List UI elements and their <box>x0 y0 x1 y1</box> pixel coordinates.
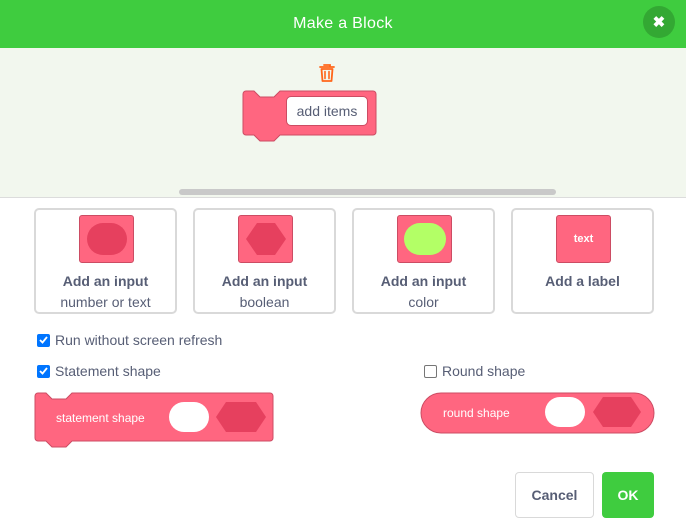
ok-button[interactable]: OK <box>602 472 654 518</box>
label-text-icon: text <box>556 215 611 263</box>
cancel-button[interactable]: Cancel <box>515 472 594 518</box>
round-shape-checkbox[interactable] <box>424 364 437 378</box>
block-name-input[interactable]: add items <box>286 96 368 126</box>
round-shape-option: Round shape <box>424 363 525 379</box>
workspace-scrollbar[interactable] <box>179 189 556 195</box>
run-without-refresh-checkbox[interactable] <box>37 333 50 347</box>
dialog-title: Make a Block <box>293 15 393 32</box>
run-without-refresh-option: Run without screen refresh <box>37 332 222 348</box>
hexagon-input-icon <box>238 215 293 263</box>
option-title: Add an input <box>221 273 308 289</box>
close-button[interactable]: ✖ <box>643 6 675 38</box>
label-icon-text: text <box>573 233 594 245</box>
oval-input-icon <box>79 215 134 263</box>
round-shape-label: Round shape <box>442 363 526 379</box>
dialog-header: Make a Block ✖ <box>0 0 686 48</box>
add-boolean-input-button[interactable]: Add an input boolean <box>193 208 336 314</box>
close-icon: ✖ <box>652 14 666 31</box>
statement-shape-text: statement shape <box>56 411 145 425</box>
add-color-input-button[interactable]: Add an input color <box>352 208 495 314</box>
statement-shape-checkbox[interactable] <box>37 364 50 378</box>
add-label-button[interactable]: text Add a label <box>511 208 654 314</box>
trash-icon[interactable] <box>318 63 336 83</box>
statement-shape-option: Statement shape <box>37 363 161 379</box>
statement-shape-label: Statement shape <box>55 363 161 379</box>
option-title: Add an input <box>62 273 149 289</box>
add-number-text-input-button[interactable]: Add an input number or text <box>34 208 177 314</box>
block-preview-workspace: add items <box>0 48 686 198</box>
color-input-icon <box>397 215 452 263</box>
round-shape-text: round shape <box>443 406 510 420</box>
option-title: Add a label <box>545 273 620 289</box>
run-without-refresh-label: Run without screen refresh <box>55 332 223 348</box>
option-subtitle: boolean <box>239 294 290 310</box>
option-subtitle: color <box>408 294 439 310</box>
option-title: Add an input <box>380 273 467 289</box>
option-subtitle: number or text <box>60 294 151 310</box>
